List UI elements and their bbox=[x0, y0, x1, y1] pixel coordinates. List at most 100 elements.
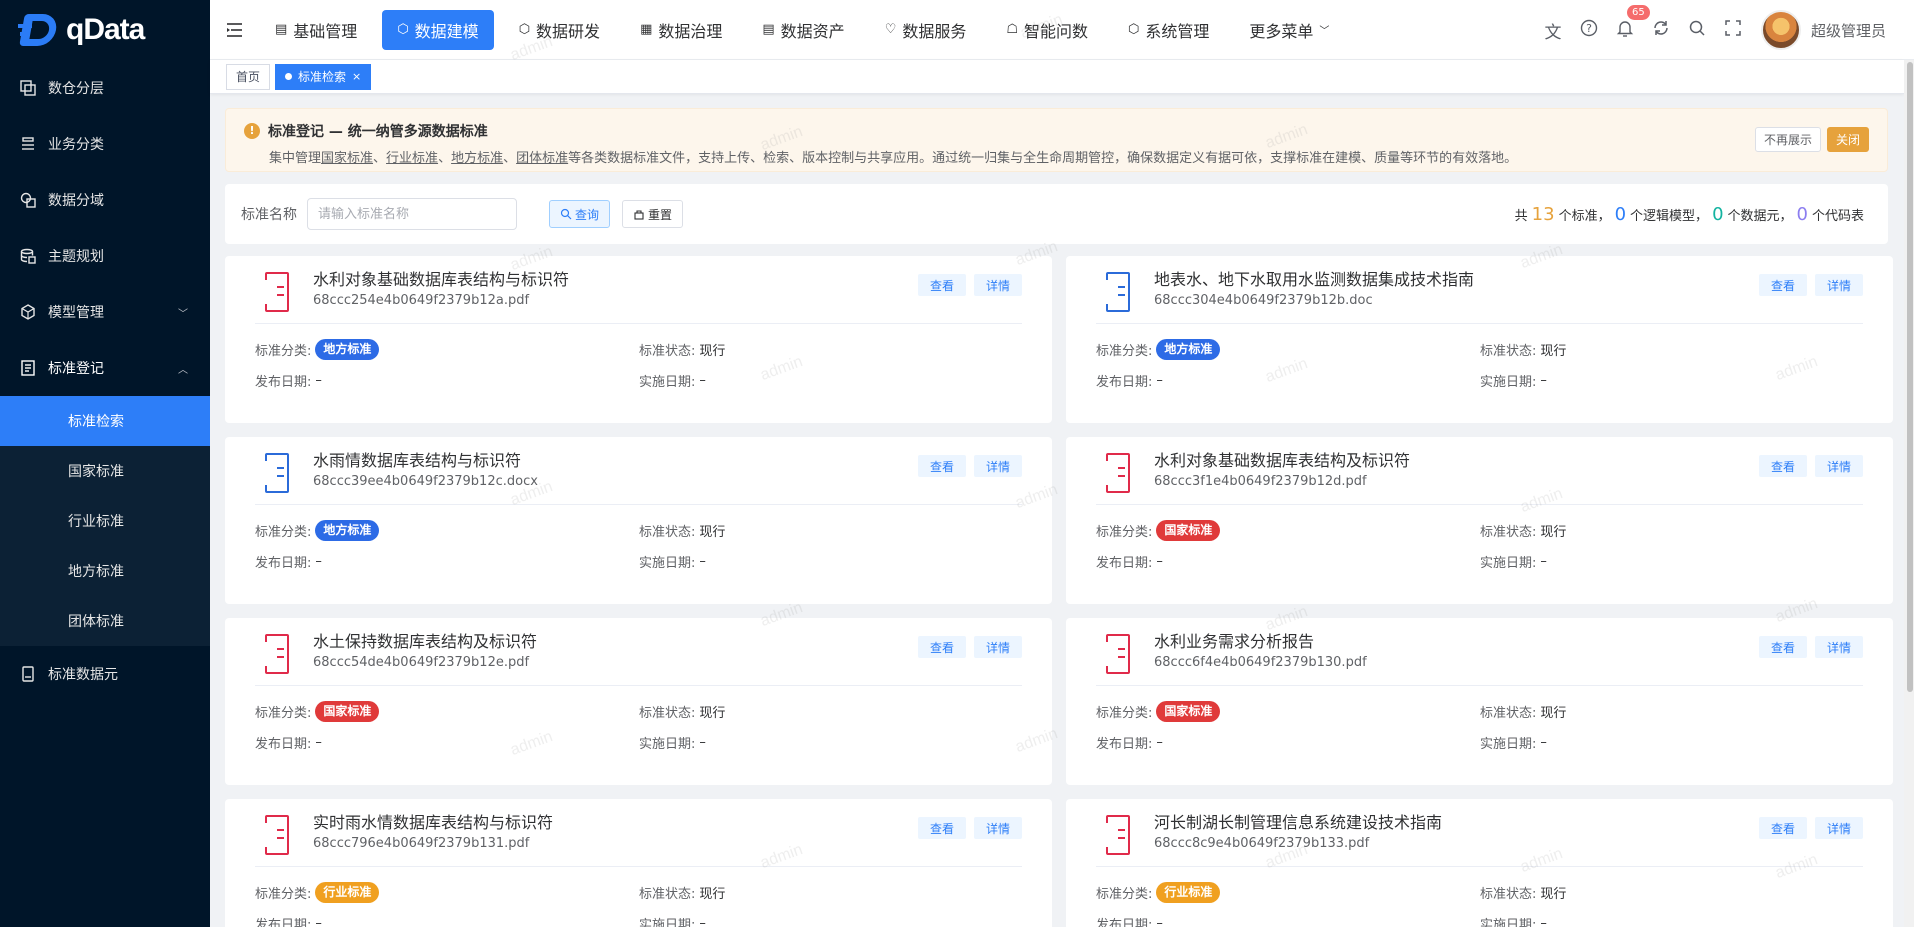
stats-text: 个逻辑模型， bbox=[1630, 209, 1709, 224]
nav-assets[interactable]: ▤ 数据资产 bbox=[747, 10, 859, 50]
nav-icon: ☖ bbox=[1006, 22, 1019, 37]
detail-button[interactable]: 详情 bbox=[1814, 274, 1863, 296]
avatar[interactable] bbox=[1760, 10, 1801, 50]
detail-button[interactable]: 详情 bbox=[1814, 455, 1863, 477]
close-icon[interactable]: × bbox=[352, 70, 361, 83]
reset-label: 重置 bbox=[648, 207, 673, 222]
username[interactable]: 超级管理员 bbox=[1811, 20, 1886, 41]
view-button[interactable]: 查看 bbox=[917, 817, 966, 839]
sidebar-item-topic[interactable]: 主题规划 bbox=[0, 228, 210, 284]
view-button[interactable]: 查看 bbox=[1758, 636, 1807, 658]
view-button[interactable]: 查看 bbox=[1758, 455, 1807, 477]
status-value: 现行 bbox=[1540, 887, 1567, 902]
card-title[interactable]: 水利对象基础数据库表结构及标识符 bbox=[1154, 451, 1410, 471]
help-icon[interactable]: ? bbox=[1571, 19, 1607, 42]
notice-link-local[interactable]: 地方标准 bbox=[451, 151, 503, 166]
sidebar-subitem-local[interactable]: 地方标准 bbox=[0, 546, 210, 596]
nav-basic[interactable]: ▤ 基础管理 bbox=[260, 10, 372, 50]
card-title[interactable]: 水雨情数据库表结构与标识符 bbox=[313, 451, 538, 471]
query-button[interactable]: 查询 bbox=[549, 200, 611, 228]
view-button[interactable]: 查看 bbox=[1758, 817, 1807, 839]
notice-link-industry[interactable]: 行业标准 bbox=[386, 151, 438, 166]
standard-card-grid: P 水利对象基础数据库表结构与标识符 68ccc254e4b0649f2379b… bbox=[225, 256, 1893, 927]
category-tag: 国家标准 bbox=[1156, 701, 1221, 722]
publish-value: – bbox=[315, 554, 322, 569]
nav-label: 数据治理 bbox=[658, 21, 723, 41]
dismiss-button[interactable]: 不再展示 bbox=[1754, 127, 1821, 152]
logo-icon bbox=[18, 12, 60, 48]
top-header: ▤ 基础管理 ⬡ 数据建模 ⬡ 数据研发 ▦ 数据治理 ▤ 数据资产 ♡ 数据服务 ☖ 智能问… bbox=[210, 0, 1914, 60]
status-label: 标准状态: bbox=[1480, 525, 1537, 540]
database-icon bbox=[20, 248, 36, 264]
nav-ai-query[interactable]: ☖ 智能问数 bbox=[991, 10, 1103, 50]
implement-label: 实施日期: bbox=[1480, 737, 1537, 752]
menu-toggle-icon[interactable] bbox=[210, 22, 260, 38]
detail-button[interactable]: 详情 bbox=[973, 455, 1022, 477]
translate-icon[interactable]: 文 bbox=[1535, 18, 1571, 43]
fullscreen-icon[interactable] bbox=[1715, 19, 1751, 42]
category-tag: 地方标准 bbox=[315, 339, 380, 360]
detail-button[interactable]: 详情 bbox=[973, 817, 1022, 839]
status-label: 标准状态: bbox=[1480, 887, 1537, 902]
implement-value: – bbox=[1540, 735, 1547, 750]
card-title[interactable]: 地表水、地下水取用水监测数据集成技术指南 bbox=[1154, 270, 1474, 290]
notice-link-group[interactable]: 团体标准 bbox=[516, 151, 568, 166]
chevron-down-icon: ﹀ bbox=[178, 308, 188, 320]
sidebar-subitem-search[interactable]: 标准检索 bbox=[0, 396, 210, 446]
sidebar-subitem-group[interactable]: 团体标准 bbox=[0, 596, 210, 646]
sidebar-item-label: 数据分域 bbox=[48, 193, 104, 209]
nav-label: 数据建模 bbox=[414, 21, 479, 41]
category-tag: 地方标准 bbox=[315, 520, 380, 541]
sidebar-item-layers[interactable]: 数仓分层 bbox=[0, 60, 210, 116]
scrollbar-thumb[interactable] bbox=[1907, 62, 1913, 692]
sidebar-item-business[interactable]: 业务分类 bbox=[0, 116, 210, 172]
card-title[interactable]: 河长制湖长制管理信息系统建设技术指南 bbox=[1154, 813, 1442, 833]
top-nav: ▤ 基础管理 ⬡ 数据建模 ⬡ 数据研发 ▦ 数据治理 ▤ 数据资产 ♡ 数据服务 ☖ 智能问… bbox=[260, 9, 1354, 50]
nav-label: 基础管理 bbox=[293, 21, 358, 41]
view-button[interactable]: 查看 bbox=[917, 274, 966, 296]
search-input[interactable] bbox=[307, 198, 517, 230]
close-button[interactable]: 关闭 bbox=[1826, 127, 1869, 152]
detail-button[interactable]: 详情 bbox=[973, 636, 1022, 658]
tab-home[interactable]: 首页 bbox=[226, 63, 271, 90]
detail-button[interactable]: 详情 bbox=[1814, 636, 1863, 658]
card-title[interactable]: 实时雨水情数据库表结构与标识符 bbox=[313, 813, 553, 833]
implement-value: – bbox=[1540, 373, 1547, 388]
publish-value: – bbox=[1156, 554, 1163, 569]
card-filename: 68ccc54de4b0649f2379b12e.pdf bbox=[313, 655, 530, 670]
search-icon bbox=[560, 208, 572, 220]
sidebar-item-domain[interactable]: 数据分域 bbox=[0, 172, 210, 228]
sidebar-item-label: 模型管理 bbox=[48, 305, 104, 321]
card-title[interactable]: 水利对象基础数据库表结构与标识符 bbox=[313, 270, 569, 290]
view-button[interactable]: 查看 bbox=[917, 636, 966, 658]
detail-button[interactable]: 详情 bbox=[973, 274, 1022, 296]
sidebar-subitem-industry[interactable]: 行业标准 bbox=[0, 496, 210, 546]
nav-label: 智能问数 bbox=[1024, 21, 1089, 41]
sidebar-item-model[interactable]: 模型管理 ﹀ bbox=[0, 284, 210, 340]
refresh-icon[interactable] bbox=[1643, 19, 1679, 42]
category-tag: 行业标准 bbox=[315, 882, 380, 903]
nav-system[interactable]: ⬡ 系统管理 bbox=[1113, 10, 1224, 50]
sidebar-subitem-national[interactable]: 国家标准 bbox=[0, 446, 210, 496]
nav-modeling[interactable]: ⬡ 数据建模 bbox=[382, 9, 494, 50]
logo[interactable]: qData bbox=[0, 0, 210, 60]
notice-link-national[interactable]: 国家标准 bbox=[321, 151, 373, 166]
view-button[interactable]: 查看 bbox=[917, 455, 966, 477]
search-icon[interactable] bbox=[1679, 19, 1715, 42]
view-button[interactable]: 查看 bbox=[1758, 274, 1807, 296]
detail-button[interactable]: 详情 bbox=[1814, 817, 1863, 839]
sidebar-item-register[interactable]: 标准登记 ︿ bbox=[0, 340, 210, 396]
bell-icon[interactable]: 65 bbox=[1607, 4, 1650, 42]
nav-icon: ♡ bbox=[884, 22, 897, 37]
sidebar-submenu: 标准检索 国家标准 行业标准 地方标准 团体标准 bbox=[0, 396, 210, 646]
nav-more[interactable]: 更多菜单 ﹀ bbox=[1234, 10, 1344, 50]
card-title[interactable]: 水土保持数据库表结构及标识符 bbox=[313, 632, 537, 652]
nav-governance[interactable]: ▦ 数据治理 bbox=[625, 10, 737, 50]
tab-standard-search[interactable]: 标准检索 × bbox=[275, 63, 372, 90]
nav-service[interactable]: ♡ 数据服务 bbox=[870, 10, 982, 50]
implement-value: – bbox=[1540, 916, 1547, 927]
nav-dev[interactable]: ⬡ 数据研发 bbox=[504, 10, 615, 50]
reset-button[interactable]: 重置 bbox=[622, 200, 684, 228]
card-title[interactable]: 水利业务需求分析报告 bbox=[1154, 632, 1367, 652]
sidebar-item-data-element[interactable]: 标准数据元 bbox=[0, 646, 210, 702]
